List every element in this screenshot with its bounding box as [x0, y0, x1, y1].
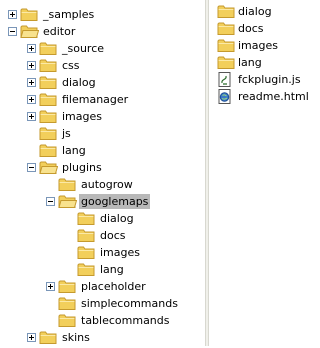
file-item-fckplugin-js[interactable]: fckplugin.js — [209, 71, 311, 88]
tree-item-label: lang — [100, 263, 124, 276]
file-list: dialog docs images lang fckplugin.js readme.h… — [209, 0, 311, 346]
tree-item-images[interactable]: images — [0, 244, 205, 261]
tree-item-lang[interactable]: lang — [0, 142, 205, 159]
tree-item-label: tablecommands — [81, 314, 170, 327]
folder-icon — [58, 313, 77, 328]
tree-item-plugins[interactable]: plugins — [0, 159, 205, 176]
folder-icon — [39, 58, 58, 73]
tree-item-label: images — [100, 246, 140, 259]
tree-item-placeholder[interactable]: placeholder — [0, 278, 205, 295]
folder-icon — [39, 109, 58, 124]
tree-item--source[interactable]: _source — [0, 40, 205, 57]
folder-icon — [217, 21, 236, 36]
expand-plus-icon[interactable] — [27, 95, 36, 104]
folder-icon — [39, 143, 58, 158]
expand-plus-icon[interactable] — [27, 112, 36, 121]
folder-icon — [39, 41, 58, 56]
tree-item-label: editor — [43, 25, 76, 38]
tree-item-label: js — [62, 127, 71, 140]
script-file-icon — [217, 72, 233, 87]
collapse-minus-icon[interactable] — [27, 163, 36, 172]
tree-item-label: googlemaps — [79, 194, 151, 209]
tree-item-editor[interactable]: editor — [0, 23, 205, 40]
tree-item-tablecommands[interactable]: tablecommands — [0, 312, 205, 329]
tree-item-js[interactable]: js — [0, 125, 205, 142]
folder-icon — [39, 92, 58, 107]
tree-item--samples[interactable]: _samples — [0, 6, 205, 23]
tree-item-googlemaps[interactable]: googlemaps — [0, 193, 205, 210]
tree-item-label: _source — [62, 42, 105, 55]
folder-icon — [217, 55, 236, 70]
tree-item-lang[interactable]: lang — [0, 261, 205, 278]
file-item-dialog[interactable]: dialog — [209, 3, 311, 20]
open-folder-icon — [20, 24, 40, 39]
tree-item-label: images — [62, 110, 102, 123]
expand-plus-icon[interactable] — [46, 282, 55, 291]
file-item-docs[interactable]: docs — [209, 20, 311, 37]
tree-item-label: plugins — [62, 161, 102, 174]
folder-icon — [77, 228, 96, 243]
tree-item-filemanager[interactable]: filemanager — [0, 91, 205, 108]
tree-item-label: skins — [62, 331, 90, 344]
folder-icon — [217, 38, 236, 53]
tree-item-label: autogrow — [81, 178, 133, 191]
file-item-label: fckplugin.js — [238, 73, 301, 86]
expand-plus-icon[interactable] — [27, 78, 36, 87]
expand-plus-icon[interactable] — [27, 61, 36, 70]
tree-item-autogrow[interactable]: autogrow — [0, 176, 205, 193]
tree-item-label: filemanager — [62, 93, 129, 106]
tree-item-label: placeholder — [81, 280, 146, 293]
folder-icon — [58, 177, 77, 192]
folder-icon — [39, 330, 58, 345]
tree-item-label: dialog — [100, 212, 134, 225]
folder-icon — [58, 296, 77, 311]
tree-item-label: css — [62, 59, 80, 72]
file-item-label: lang — [238, 56, 262, 69]
tree-item-docs[interactable]: docs — [0, 227, 205, 244]
tree-item-label: docs — [100, 229, 126, 242]
tree-item-dialog[interactable]: dialog — [0, 210, 205, 227]
file-item-images[interactable]: images — [209, 37, 311, 54]
open-folder-icon — [58, 194, 78, 209]
tree-item-simplecommands[interactable]: simplecommands — [0, 295, 205, 312]
file-item-label: docs — [238, 22, 264, 35]
tree-item-images[interactable]: images — [0, 108, 205, 125]
html-file-icon — [217, 89, 233, 104]
collapse-minus-icon[interactable] — [46, 197, 55, 206]
folder-icon — [20, 7, 39, 22]
file-item-lang[interactable]: lang — [209, 54, 311, 71]
expand-plus-icon[interactable] — [8, 10, 17, 19]
file-item-readme-html[interactable]: readme.html — [209, 88, 311, 105]
expand-plus-icon[interactable] — [27, 44, 36, 53]
tree-item-dialog[interactable]: dialog — [0, 74, 205, 91]
file-item-label: images — [238, 39, 278, 52]
folder-icon — [77, 262, 96, 277]
tree-item-label: simplecommands — [81, 297, 178, 310]
expand-plus-icon[interactable] — [27, 333, 36, 342]
collapse-minus-icon[interactable] — [8, 27, 17, 36]
folder-icon — [77, 245, 96, 260]
explorer-window: _sampleseditor _sourcecss dialog filemanage… — [0, 0, 311, 346]
folder-icon — [39, 126, 58, 141]
tree-item-label: _samples — [43, 8, 95, 21]
file-item-label: readme.html — [238, 90, 309, 103]
folder-icon — [217, 4, 236, 19]
tree-item-skins[interactable]: skins — [0, 329, 205, 346]
folder-icon — [77, 211, 96, 226]
folder-icon — [58, 279, 77, 294]
open-folder-icon — [39, 160, 59, 175]
folder-icon — [39, 75, 58, 90]
tree-item-label: lang — [62, 144, 86, 157]
folder-tree: _sampleseditor _sourcecss dialog filemanage… — [0, 0, 205, 346]
tree-item-css[interactable]: css — [0, 57, 205, 74]
file-item-label: dialog — [238, 5, 272, 18]
tree-item-label: dialog — [62, 76, 96, 89]
